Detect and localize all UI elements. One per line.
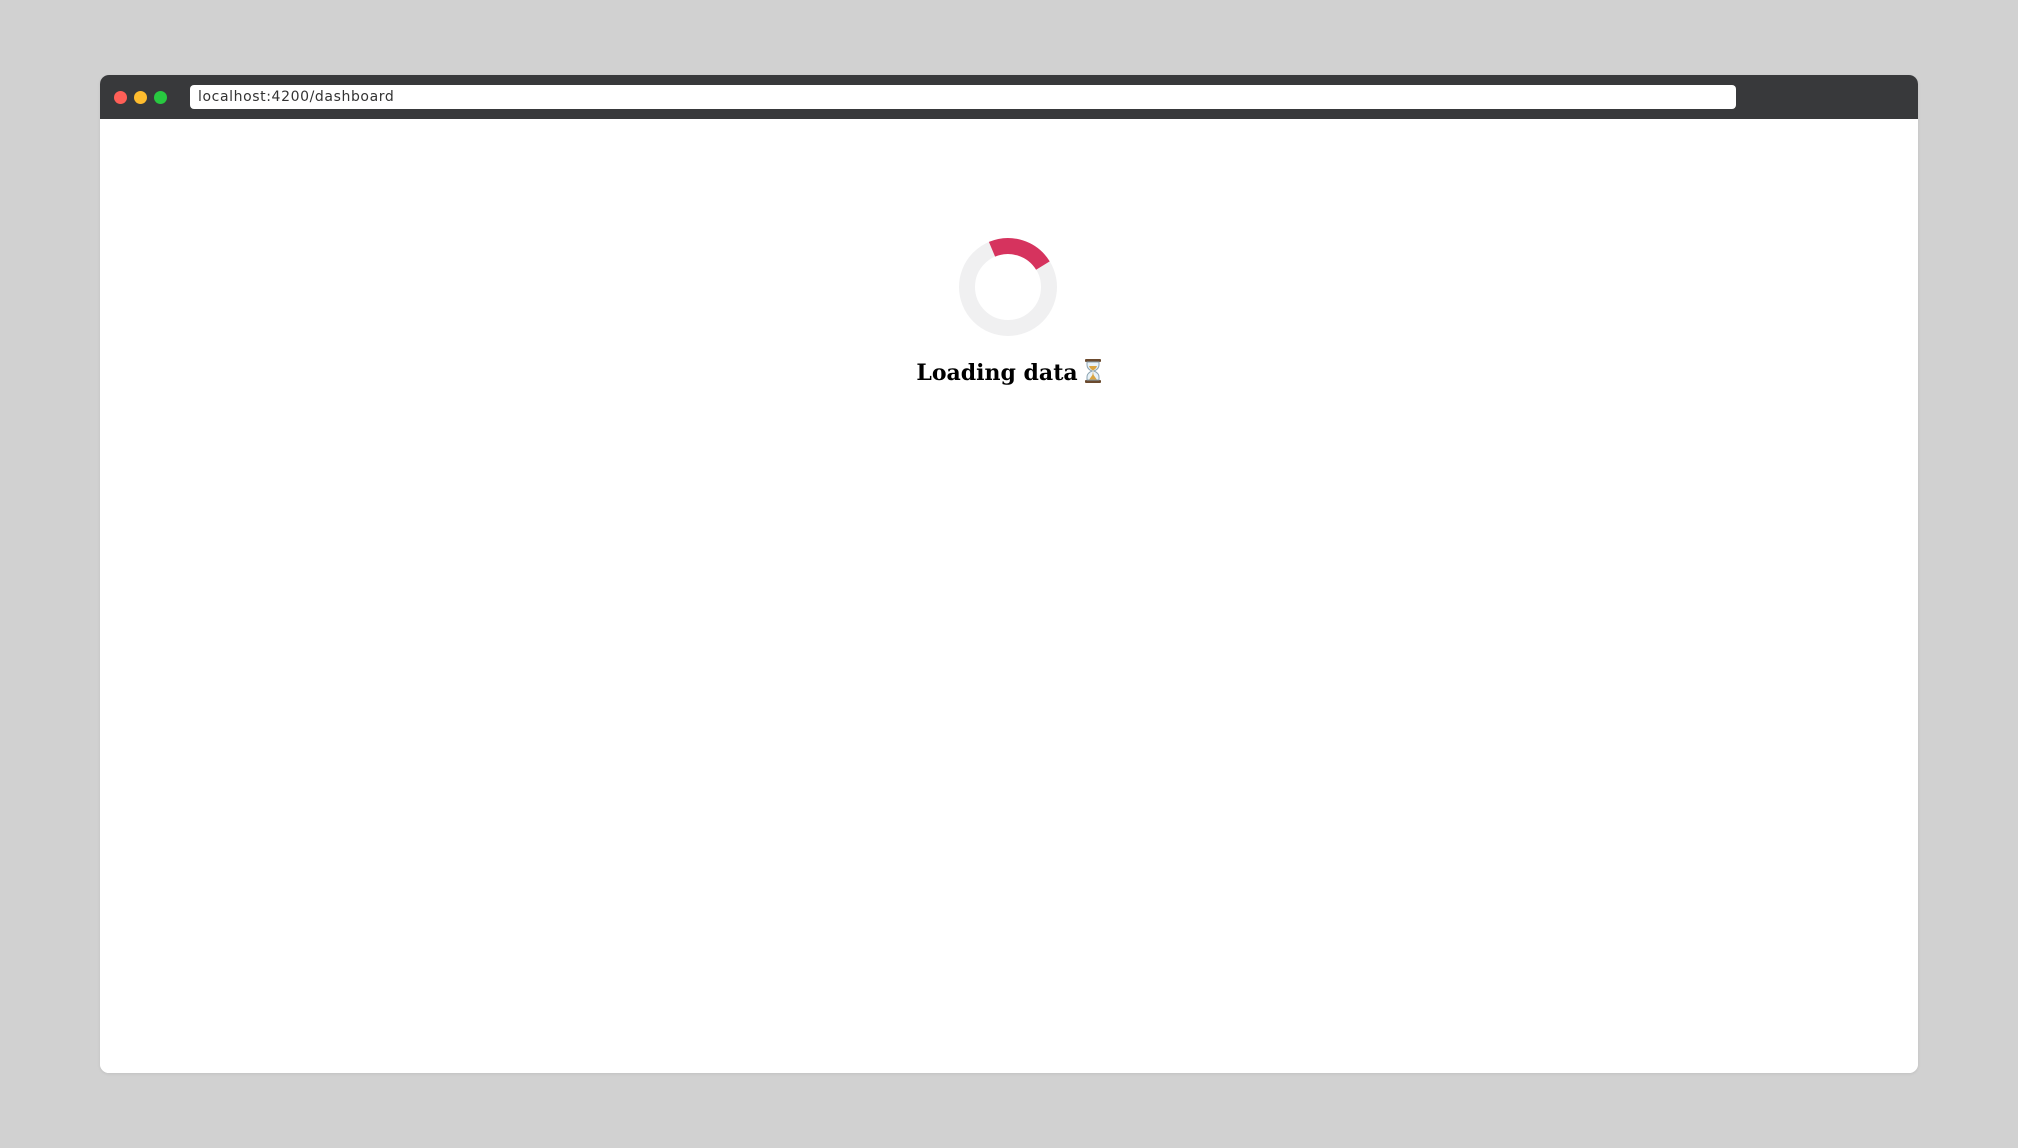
minimize-window-button[interactable] xyxy=(134,91,147,104)
page-content: Loading data xyxy=(100,119,1918,1073)
hourglass-icon xyxy=(1084,359,1101,383)
address-bar[interactable]: localhost:4200/dashboard xyxy=(190,85,1736,109)
spinner-icon xyxy=(959,238,1057,336)
loading-message: Loading data xyxy=(100,359,1918,386)
browser-titlebar: localhost:4200/dashboard xyxy=(100,75,1918,119)
spinner-arc xyxy=(988,238,1050,271)
maximize-window-button[interactable] xyxy=(154,91,167,104)
loading-label: Loading data xyxy=(916,360,1078,386)
browser-window: localhost:4200/dashboard Loading data xyxy=(100,75,1918,1073)
close-window-button[interactable] xyxy=(114,91,127,104)
